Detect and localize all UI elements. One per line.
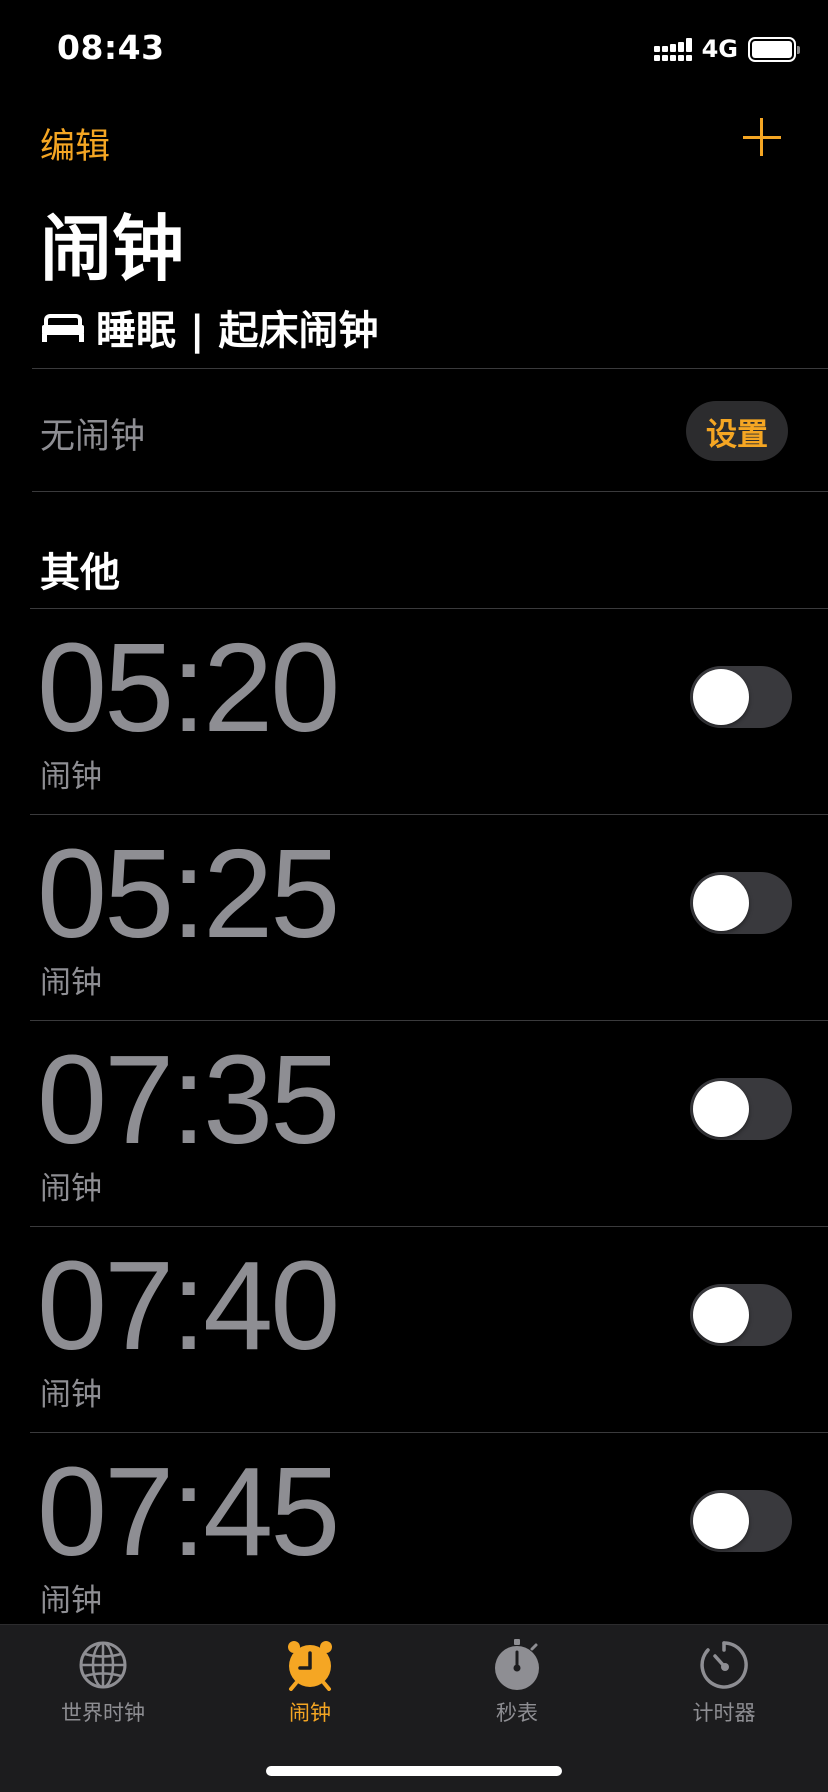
setup-button[interactable]: 设置 bbox=[686, 401, 788, 461]
tab-label: 世界时钟 bbox=[61, 1701, 145, 1725]
toggle-knob bbox=[693, 1287, 749, 1343]
toggle-knob bbox=[693, 875, 749, 931]
alarm-toggle[interactable] bbox=[690, 1078, 792, 1140]
alarm-toggle[interactable] bbox=[690, 872, 792, 934]
alarm-label: 闹钟 bbox=[40, 1377, 102, 1413]
timer-icon bbox=[698, 1639, 750, 1691]
alarm-toggle[interactable] bbox=[690, 1284, 792, 1346]
divider bbox=[32, 368, 828, 369]
tab-stopwatch[interactable]: 秒表 bbox=[447, 1639, 587, 1727]
divider bbox=[32, 491, 828, 492]
alarm-row[interactable]: 05:20 闹钟 bbox=[0, 608, 828, 814]
toggle-knob bbox=[693, 669, 749, 725]
edit-button[interactable]: 编辑 bbox=[40, 118, 110, 169]
stopwatch-icon bbox=[491, 1639, 543, 1691]
alarm-label: 闹钟 bbox=[40, 759, 102, 795]
status-time: 08:43 bbox=[57, 28, 165, 67]
alarm-row[interactable]: 07:35 闹钟 bbox=[0, 1020, 828, 1226]
tab-label: 秒表 bbox=[496, 1701, 538, 1725]
globe-icon bbox=[77, 1639, 129, 1691]
tab-alarm[interactable]: 闹钟 bbox=[240, 1639, 380, 1727]
sleep-section-header: 睡眠 | 起床闹钟 bbox=[42, 302, 378, 354]
status-icons: 4G bbox=[653, 34, 800, 64]
alarm-row[interactable]: 07:40 闹钟 bbox=[0, 1226, 828, 1432]
alarm-time: 07:45 bbox=[37, 1441, 340, 1582]
sleep-status: 无闹钟 bbox=[40, 417, 146, 457]
other-section-title: 其他 bbox=[40, 550, 120, 596]
home-indicator[interactable] bbox=[266, 1766, 562, 1776]
network-type: 4G bbox=[701, 35, 738, 63]
tab-world-clock[interactable]: 世界时钟 bbox=[33, 1639, 173, 1727]
bed-icon bbox=[42, 310, 84, 344]
alarm-label: 闹钟 bbox=[40, 965, 102, 1001]
alarm-time: 05:20 bbox=[37, 617, 340, 758]
alarm-row[interactable]: 07:45 闹钟 bbox=[0, 1432, 828, 1638]
toggle-knob bbox=[693, 1493, 749, 1549]
alarm-toggle[interactable] bbox=[690, 1490, 792, 1552]
alarm-time: 07:40 bbox=[37, 1235, 340, 1376]
page-title: 闹钟 bbox=[40, 207, 185, 291]
tab-timer[interactable]: 计时器 bbox=[654, 1639, 794, 1727]
status-bar: 08:43 4G bbox=[0, 0, 828, 100]
alarm-time: 07:35 bbox=[37, 1029, 340, 1170]
signal-icon bbox=[653, 37, 692, 61]
battery-icon bbox=[748, 36, 800, 62]
clock-app-screen: 08:43 4G 编辑 闹钟 睡眠 | 起床闹钟 无闹钟 设置 其他 05:20… bbox=[0, 0, 828, 1792]
alarm-toggle[interactable] bbox=[690, 666, 792, 728]
alarm-label: 闹钟 bbox=[40, 1171, 102, 1207]
tab-label: 闹钟 bbox=[289, 1701, 331, 1725]
alarm-list: 05:20 闹钟 05:25 闹钟 07:35 闹钟 07:40 闹钟 07:4… bbox=[0, 608, 828, 1638]
alarm-row[interactable]: 05:25 闹钟 bbox=[0, 814, 828, 1020]
tab-label: 计时器 bbox=[692, 1701, 756, 1725]
plus-icon[interactable] bbox=[743, 118, 783, 158]
alarm-clock-icon bbox=[284, 1639, 336, 1691]
alarm-time: 05:25 bbox=[37, 823, 340, 964]
alarm-label: 闹钟 bbox=[40, 1583, 102, 1619]
sleep-section-title: 睡眠 | 起床闹钟 bbox=[96, 308, 379, 354]
toggle-knob bbox=[693, 1081, 749, 1137]
